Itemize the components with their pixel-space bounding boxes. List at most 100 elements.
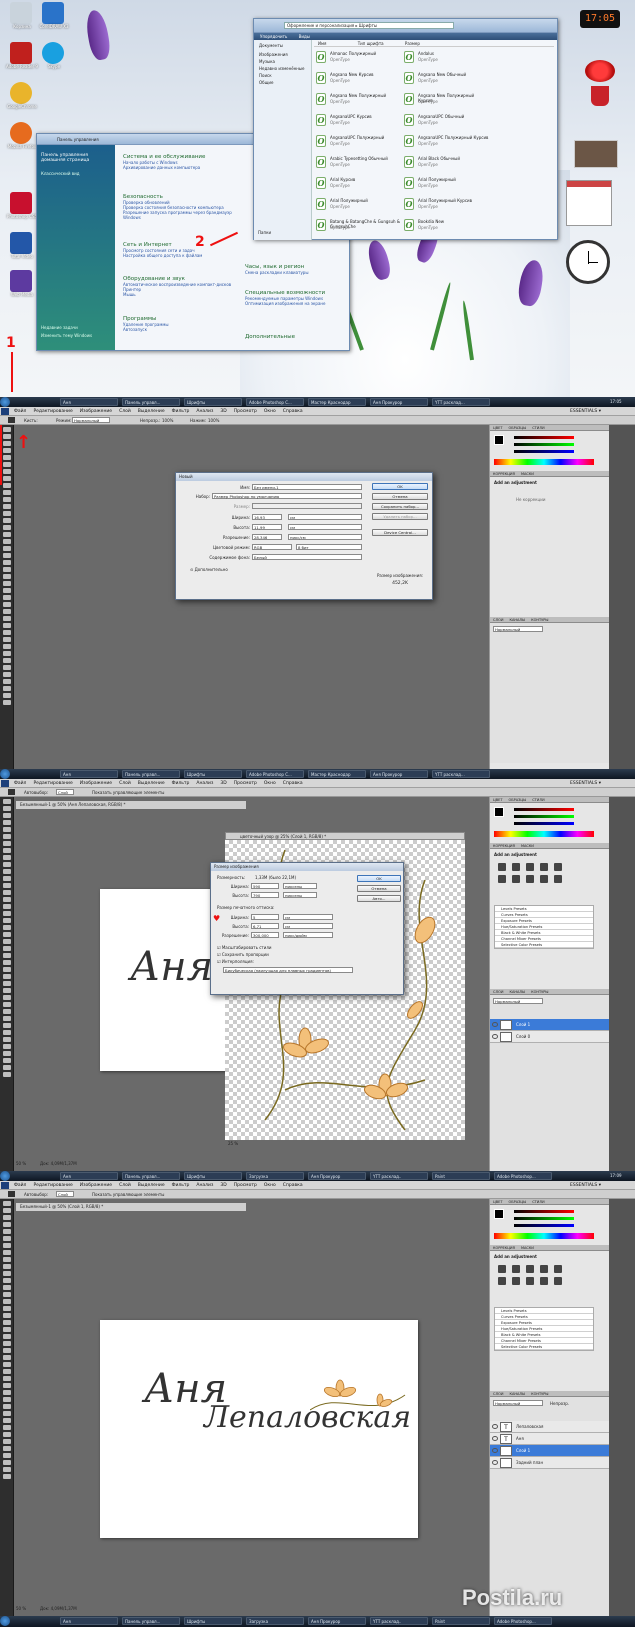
tool-icon[interactable] bbox=[2, 946, 11, 951]
font-item[interactable]: O Arial Полужирный OpenType bbox=[316, 196, 402, 216]
tool-icon[interactable] bbox=[2, 623, 11, 628]
tool-icon[interactable] bbox=[2, 1215, 11, 1220]
panel-tab[interactable]: МАСКИ bbox=[521, 472, 534, 476]
tool-icon[interactable] bbox=[2, 1023, 11, 1028]
category-additional[interactable]: Дополнительные bbox=[245, 334, 345, 340]
tool-icon[interactable] bbox=[2, 820, 11, 825]
taskbar-button[interactable]: Аня bbox=[60, 398, 118, 406]
color-ramp[interactable] bbox=[494, 459, 594, 465]
tool-icon[interactable] bbox=[2, 504, 11, 509]
tool-icon[interactable] bbox=[2, 960, 11, 965]
tool-icon[interactable] bbox=[2, 1278, 11, 1283]
tool-icon[interactable] bbox=[2, 1404, 11, 1409]
taskbar-button[interactable]: Загрузка bbox=[246, 1617, 304, 1625]
width-unit-select[interactable]: см bbox=[288, 514, 362, 520]
doc2-titlebar[interactable]: цветочный узор @ 25% (Слой 1, RGB/8) * bbox=[225, 832, 465, 840]
tool-icon[interactable] bbox=[2, 890, 11, 895]
preset-item[interactable]: Selective Color Presets bbox=[495, 1344, 593, 1350]
g-slider[interactable] bbox=[514, 815, 574, 818]
foreground-swatch[interactable] bbox=[494, 807, 504, 817]
tool-icon[interactable] bbox=[2, 1271, 11, 1276]
tool-icon[interactable] bbox=[2, 974, 11, 979]
adjustment-icon[interactable] bbox=[540, 875, 548, 883]
menu-item[interactable]: Окно bbox=[264, 409, 276, 414]
pixel-width-input[interactable]: 590 bbox=[251, 883, 279, 889]
panel-tab[interactable]: ОБРАЗЦЫ bbox=[508, 426, 526, 430]
tool-icon[interactable] bbox=[2, 532, 11, 537]
tool-icon[interactable] bbox=[2, 483, 11, 488]
panel-tab[interactable]: СЛОИ bbox=[493, 990, 503, 994]
tool-icon[interactable] bbox=[2, 1460, 11, 1465]
adjustment-icon[interactable] bbox=[512, 863, 520, 871]
adjustment-icon[interactable] bbox=[540, 1277, 548, 1285]
tool-icon[interactable] bbox=[2, 1285, 11, 1290]
print-height-input[interactable]: 6,71 bbox=[251, 923, 279, 929]
taskbar-button[interactable]: Шрифты bbox=[184, 770, 242, 778]
doc-tab[interactable]: Безымянный-1 @ 50% (Слой 1, RGB/8) * bbox=[16, 1203, 246, 1211]
panel-tab[interactable]: СТИЛИ bbox=[532, 798, 544, 802]
tool-icon[interactable] bbox=[2, 981, 11, 986]
show-controls-checkbox[interactable]: Показать управляющие элементы bbox=[92, 1190, 164, 1199]
tool-icon[interactable] bbox=[2, 441, 11, 446]
tool-icon[interactable] bbox=[2, 1058, 11, 1063]
eye-icon[interactable] bbox=[492, 1448, 498, 1453]
menu-item[interactable]: Окно bbox=[264, 1183, 276, 1188]
tool-icon[interactable] bbox=[2, 932, 11, 937]
menu-item[interactable]: Файл bbox=[14, 1183, 26, 1188]
delete-preset-button[interactable]: Удалить набор... bbox=[372, 513, 428, 520]
color-mode-select[interactable]: RGB bbox=[252, 544, 292, 550]
sidebar-link[interactable]: Музыка bbox=[254, 58, 311, 65]
adjustment-icon[interactable] bbox=[554, 1265, 562, 1273]
print-width-unit[interactable]: см bbox=[283, 914, 333, 920]
sidebar-link[interactable]: Недавно изменённые bbox=[254, 65, 311, 72]
scale-styles-checkbox[interactable]: ☑ Масштабировать стили bbox=[217, 945, 272, 950]
panel-tab[interactable]: СЛОИ bbox=[493, 618, 503, 622]
taskbar-button[interactable]: Панель управл... bbox=[122, 1172, 180, 1180]
menu-item[interactable]: Анализ bbox=[196, 781, 213, 786]
sidebar-link[interactable]: Изображения bbox=[254, 51, 311, 58]
image-size-dialog[interactable]: Размер изображения Размерность: 1,33M (б… bbox=[210, 862, 404, 995]
b-slider[interactable] bbox=[514, 822, 574, 825]
layer-row[interactable]: Слой 0 bbox=[490, 1031, 610, 1043]
menu-item[interactable]: Просмотр bbox=[234, 781, 257, 786]
opacity-value[interactable]: 100% bbox=[162, 416, 173, 425]
font-item[interactable]: O Batang & BatangChe & Gungsuh & GungsuhC… bbox=[316, 217, 402, 237]
adjustment-icon[interactable] bbox=[526, 863, 534, 871]
ok-button[interactable]: OK bbox=[357, 875, 401, 882]
taskbar-button[interactable]: Аня bbox=[60, 1172, 118, 1180]
tool-icon[interactable] bbox=[2, 841, 11, 846]
font-item[interactable]: O AngsanaUPC Полужирный Курсив OpenType bbox=[404, 133, 490, 153]
tool-icon[interactable] bbox=[2, 1334, 11, 1339]
tool-icon[interactable] bbox=[2, 630, 11, 635]
tool-icon[interactable] bbox=[2, 546, 11, 551]
background-select[interactable]: Белый bbox=[252, 554, 362, 560]
r-slider[interactable] bbox=[514, 436, 574, 439]
tool-icon[interactable] bbox=[2, 1320, 11, 1325]
tool-icon[interactable] bbox=[2, 602, 11, 607]
ok-button[interactable]: OK bbox=[372, 483, 428, 490]
adjustment-icon[interactable] bbox=[498, 1277, 506, 1285]
tool-icon[interactable] bbox=[2, 1250, 11, 1255]
interpolation-select[interactable]: Бикубическая (наилучшая для плавных град… bbox=[223, 967, 353, 973]
adjustment-icon[interactable] bbox=[554, 863, 562, 871]
tool-icon[interactable] bbox=[2, 651, 11, 656]
tool-icon[interactable] bbox=[2, 1065, 11, 1070]
tool-icon[interactable] bbox=[2, 1222, 11, 1227]
category-clock[interactable]: Часы, язык и регион Смена раскладки клав… bbox=[245, 264, 345, 290]
resolution-unit-select[interactable]: пикс/см bbox=[288, 534, 362, 540]
tool-icon[interactable] bbox=[2, 869, 11, 874]
preset-select[interactable]: Размер Photoshop по умолчанию bbox=[212, 493, 362, 499]
tool-icon[interactable] bbox=[2, 581, 11, 586]
menu-item[interactable]: Выделение bbox=[138, 1183, 165, 1188]
g-slider[interactable] bbox=[514, 1217, 574, 1220]
eye-icon[interactable] bbox=[492, 1022, 498, 1027]
sidebar-link[interactable]: Поиск bbox=[254, 72, 311, 79]
eye-icon[interactable] bbox=[492, 1436, 498, 1441]
font-item[interactable]: O Arabic Typesetting Обычный OpenType bbox=[316, 154, 402, 174]
menu-item[interactable]: Изображение bbox=[80, 409, 112, 414]
font-item[interactable]: O AngsanaUPC Курсив OpenType bbox=[316, 112, 402, 132]
tool-icon[interactable] bbox=[2, 883, 11, 888]
tool-icon[interactable] bbox=[2, 988, 11, 993]
b-slider[interactable] bbox=[514, 1224, 574, 1227]
menu-item[interactable]: Справка bbox=[283, 409, 303, 414]
